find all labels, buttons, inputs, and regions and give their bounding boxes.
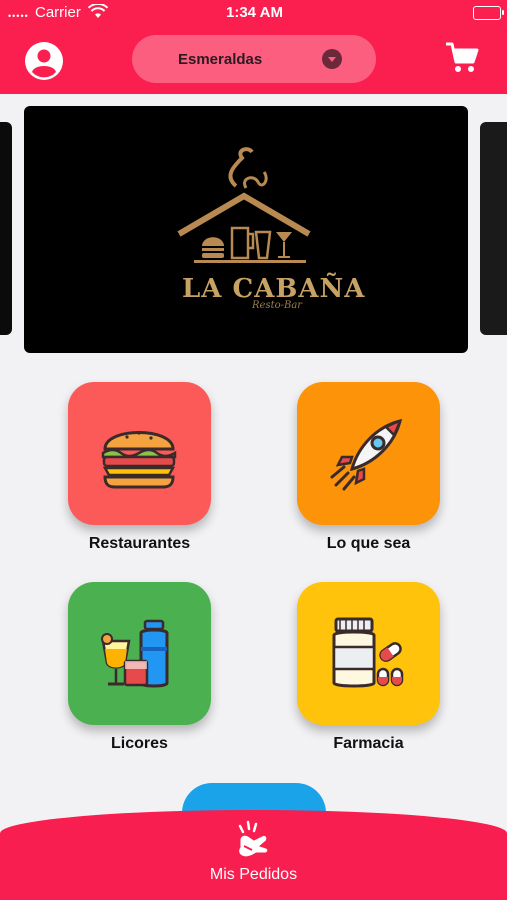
category-label: Lo que sea — [326, 535, 411, 552]
status-bar: ••••• Carrier 1:34 AM — [0, 0, 507, 26]
pills-icon — [332, 617, 404, 688]
chevron-down-icon — [322, 49, 342, 69]
hand-order-icon — [238, 820, 269, 858]
category-label: Licores — [111, 735, 168, 752]
carousel-next-slide[interactable] — [480, 122, 507, 335]
carousel-prev-slide[interactable] — [0, 122, 12, 335]
category-tile[interactable] — [297, 582, 440, 725]
clock: 1:34 AM — [226, 4, 283, 21]
app-header: ••••• Carrier 1:34 AM Esmeraldas — [0, 0, 507, 94]
category-label: Restaurantes — [88, 535, 191, 552]
category-tile[interactable] — [297, 382, 440, 525]
signal-dots-icon: ••••• — [8, 11, 29, 21]
carrier-label: Carrier — [35, 4, 81, 21]
shopping-cart-icon[interactable] — [444, 40, 480, 76]
city-selected-value: Esmeraldas — [178, 51, 263, 68]
banner-subtitle: Resto-Bar — [252, 300, 303, 311]
category-tile[interactable] — [68, 582, 211, 725]
rocket-icon — [330, 418, 403, 491]
category-tile[interactable] — [68, 382, 211, 525]
promo-banner[interactable]: LA CABAÑA Resto-Bar — [24, 106, 468, 353]
wifi-icon — [88, 4, 108, 18]
drinks-icon — [101, 619, 169, 688]
my-orders-tab[interactable]: Mis Pedidos — [0, 810, 507, 900]
battery-icon — [473, 6, 504, 20]
my-orders-label: Mis Pedidos — [209, 866, 298, 883]
burger-icon — [101, 431, 177, 489]
category-label: Farmacia — [333, 735, 404, 752]
city-selector[interactable]: Esmeraldas — [132, 35, 376, 83]
user-circle-icon[interactable] — [24, 41, 64, 81]
